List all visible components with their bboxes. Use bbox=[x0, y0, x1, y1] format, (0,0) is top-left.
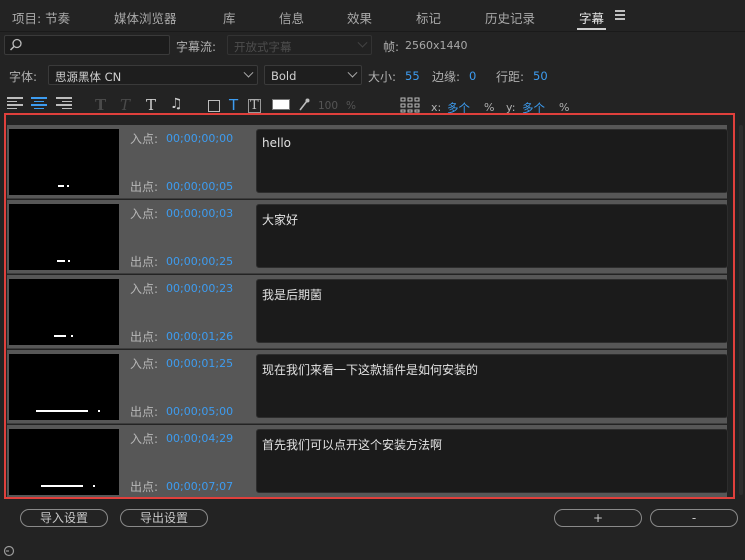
panel-menu-icon[interactable] bbox=[615, 10, 625, 20]
highlight-frame bbox=[4, 113, 735, 499]
caption-stream-value: 开放式字幕 bbox=[234, 40, 292, 54]
text-icon[interactable]: T bbox=[146, 96, 156, 114]
frame-size-label: 帧: bbox=[383, 40, 400, 54]
panel-tab-bar: 项目: 节奏 媒体浏览器 库 信息 效果 标记 历史记录 字幕 bbox=[0, 0, 745, 32]
margin-label: 边缘: bbox=[432, 70, 461, 84]
tab-info[interactable]: 信息 bbox=[279, 8, 304, 27]
font-size-label: 大小: bbox=[368, 70, 397, 84]
eyedropper-icon[interactable] bbox=[298, 98, 310, 112]
import-settings-button[interactable]: 导入设置 bbox=[20, 509, 108, 527]
font-style-value: Bold bbox=[271, 69, 297, 83]
tab-libraries[interactable]: 库 bbox=[223, 8, 236, 27]
tab-project[interactable]: 项目: 节奏 bbox=[12, 8, 70, 27]
font-family-dropdown[interactable]: 思源黑体 CN bbox=[48, 65, 258, 85]
tab-media-browser[interactable]: 媒体浏览器 bbox=[114, 8, 177, 27]
background-box-icon[interactable] bbox=[208, 100, 220, 112]
line-spacing-label: 行距: bbox=[496, 70, 525, 84]
remove-caption-button[interactable]: - bbox=[650, 509, 738, 527]
font-label: 字体: bbox=[9, 70, 38, 84]
tab-effects[interactable]: 效果 bbox=[347, 8, 372, 27]
caption-stream-label: 字幕流: bbox=[176, 40, 217, 54]
opacity-percent: % bbox=[346, 100, 356, 112]
position-grid-icon[interactable] bbox=[400, 97, 420, 113]
caption-stream-dropdown: 开放式字幕 bbox=[227, 35, 372, 55]
export-settings-button[interactable]: 导出设置 bbox=[120, 509, 208, 527]
search-input[interactable] bbox=[4, 35, 170, 55]
tab-markers[interactable]: 标记 bbox=[416, 8, 441, 27]
sync-status-icon[interactable] bbox=[3, 545, 15, 557]
margin-value[interactable]: 0 bbox=[469, 69, 476, 83]
chevron-down-icon bbox=[357, 37, 368, 48]
opacity-value: 100 bbox=[318, 100, 339, 112]
line-spacing-value[interactable]: 50 bbox=[533, 69, 548, 83]
text-color-icon[interactable]: T bbox=[229, 96, 238, 114]
font-family-value: 思源黑体 CN bbox=[55, 70, 122, 84]
color-swatch[interactable] bbox=[272, 99, 290, 110]
italic-icon: T bbox=[120, 96, 131, 114]
chevron-down-icon bbox=[347, 67, 358, 78]
search-icon bbox=[9, 38, 22, 51]
music-note-icon[interactable]: ♫ bbox=[170, 96, 183, 112]
tab-captions[interactable]: 字幕 bbox=[576, 8, 607, 30]
font-size-value[interactable]: 55 bbox=[405, 69, 420, 83]
add-caption-button[interactable]: + bbox=[554, 509, 642, 527]
tab-history[interactable]: 历史记录 bbox=[485, 8, 535, 27]
text-background-icon[interactable]: T bbox=[248, 99, 261, 113]
list-scrollbar[interactable] bbox=[738, 125, 744, 495]
font-style-dropdown[interactable]: Bold bbox=[264, 65, 362, 85]
chevron-down-icon bbox=[243, 67, 254, 78]
bold-icon: T bbox=[95, 96, 107, 114]
frame-size-value: 2560x1440 bbox=[405, 39, 468, 52]
